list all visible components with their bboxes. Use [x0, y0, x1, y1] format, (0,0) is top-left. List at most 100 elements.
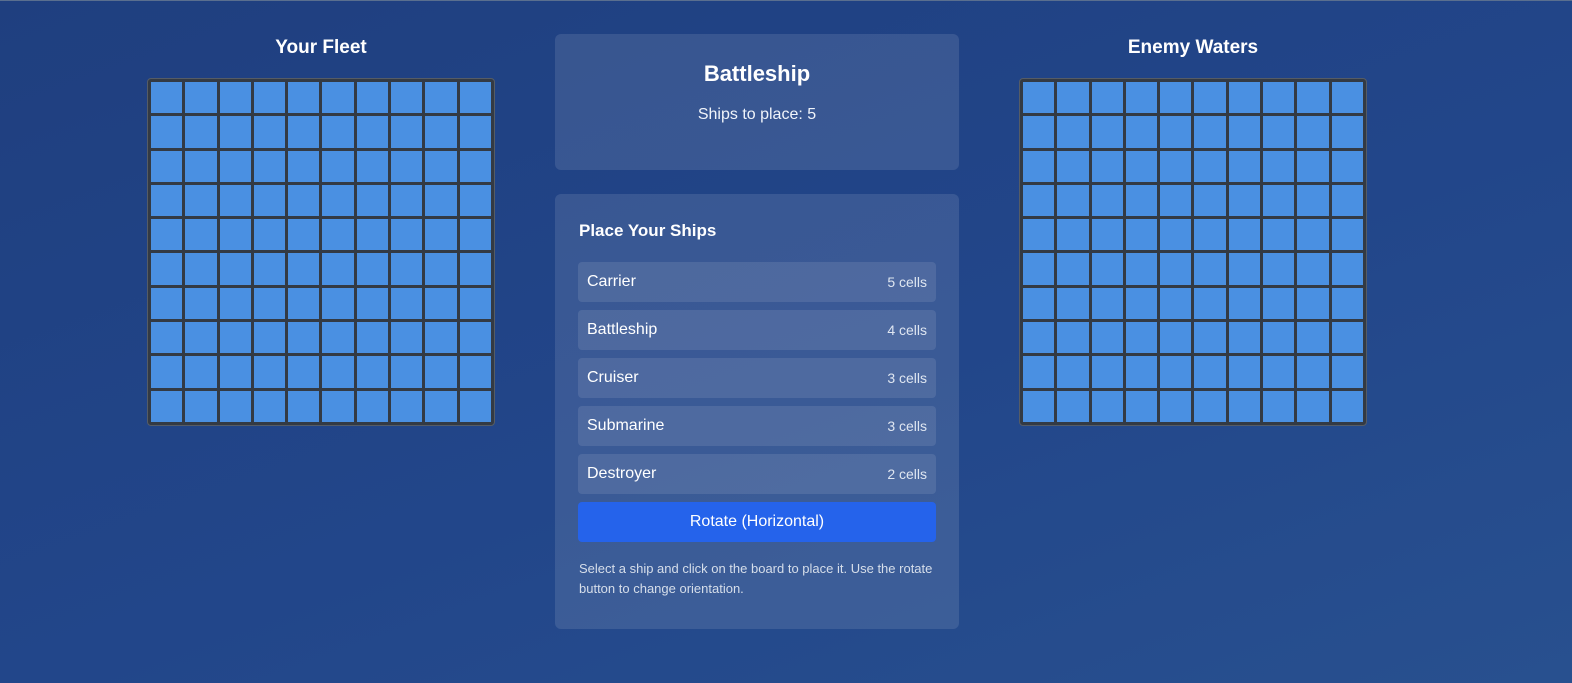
enemy-board-cell[interactable]	[1297, 184, 1329, 217]
enemy-board-cell[interactable]	[1125, 82, 1158, 114]
enemy-board-cell[interactable]	[1194, 356, 1226, 388]
enemy-board-cell[interactable]	[1331, 150, 1363, 182]
enemy-board-cell[interactable]	[1125, 253, 1158, 285]
enemy-board-cell[interactable]	[1228, 116, 1261, 148]
player-board-cell[interactable]	[185, 322, 217, 354]
enemy-board-cell[interactable]	[1125, 184, 1158, 217]
player-board-cell[interactable]	[391, 390, 423, 422]
enemy-board-cell[interactable]	[1160, 322, 1192, 354]
player-board-cell[interactable]	[151, 150, 183, 182]
enemy-board-cell[interactable]	[1194, 287, 1226, 320]
player-board-cell[interactable]	[459, 219, 491, 251]
enemy-board-cell[interactable]	[1297, 116, 1329, 148]
enemy-board-cell[interactable]	[1297, 253, 1329, 285]
player-board-cell[interactable]	[288, 150, 320, 182]
player-board-cell[interactable]	[253, 219, 286, 251]
enemy-board-cell[interactable]	[1160, 287, 1192, 320]
player-board-cell[interactable]	[185, 184, 217, 217]
player-board-cell[interactable]	[425, 184, 457, 217]
player-board-cell[interactable]	[356, 253, 389, 285]
enemy-board-cell[interactable]	[1091, 184, 1123, 217]
enemy-board-cell[interactable]	[1091, 356, 1123, 388]
enemy-board-cell[interactable]	[1125, 356, 1158, 388]
enemy-board-cell[interactable]	[1091, 150, 1123, 182]
enemy-board-cell[interactable]	[1160, 184, 1192, 217]
enemy-board-cell[interactable]	[1057, 287, 1089, 320]
player-board-cell[interactable]	[151, 219, 183, 251]
enemy-board-cell[interactable]	[1160, 219, 1192, 251]
player-board-cell[interactable]	[185, 116, 217, 148]
player-board-cell[interactable]	[322, 253, 354, 285]
enemy-board-cell[interactable]	[1091, 322, 1123, 354]
player-board-cell[interactable]	[151, 253, 183, 285]
enemy-board-cell[interactable]	[1023, 390, 1055, 422]
enemy-board-cell[interactable]	[1297, 356, 1329, 388]
player-board-cell[interactable]	[288, 390, 320, 422]
player-board-cell[interactable]	[253, 390, 286, 422]
player-board-cell[interactable]	[253, 253, 286, 285]
player-board-cell[interactable]	[425, 322, 457, 354]
player-board-cell[interactable]	[322, 390, 354, 422]
player-board-cell[interactable]	[151, 356, 183, 388]
enemy-board-cell[interactable]	[1023, 82, 1055, 114]
player-board-cell[interactable]	[288, 322, 320, 354]
enemy-board-cell[interactable]	[1091, 390, 1123, 422]
player-board-cell[interactable]	[288, 356, 320, 388]
enemy-board-cell[interactable]	[1263, 390, 1295, 422]
enemy-board-cell[interactable]	[1057, 150, 1089, 182]
player-board-cell[interactable]	[219, 287, 251, 320]
enemy-board-cell[interactable]	[1057, 219, 1089, 251]
enemy-board-cell[interactable]	[1331, 116, 1363, 148]
player-board-cell[interactable]	[391, 82, 423, 114]
enemy-board-cell[interactable]	[1228, 356, 1261, 388]
ship-item-battleship[interactable]: Battleship 4 cells	[578, 310, 936, 350]
enemy-board-cell[interactable]	[1228, 219, 1261, 251]
enemy-board-cell[interactable]	[1331, 287, 1363, 320]
enemy-board-cell[interactable]	[1263, 287, 1295, 320]
player-board-cell[interactable]	[356, 184, 389, 217]
enemy-board-cell[interactable]	[1091, 82, 1123, 114]
player-board-cell[interactable]	[425, 116, 457, 148]
enemy-board-cell[interactable]	[1331, 390, 1363, 422]
player-board-cell[interactable]	[459, 356, 491, 388]
enemy-board-cell[interactable]	[1331, 219, 1363, 251]
player-board-cell[interactable]	[459, 150, 491, 182]
enemy-board-cell[interactable]	[1228, 390, 1261, 422]
player-board-cell[interactable]	[151, 322, 183, 354]
enemy-board-cell[interactable]	[1125, 322, 1158, 354]
enemy-board-cell[interactable]	[1228, 82, 1261, 114]
enemy-board-cell[interactable]	[1023, 253, 1055, 285]
enemy-board-cell[interactable]	[1263, 82, 1295, 114]
ship-item-submarine[interactable]: Submarine 3 cells	[578, 406, 936, 446]
player-board-cell[interactable]	[219, 184, 251, 217]
enemy-board-cell[interactable]	[1297, 219, 1329, 251]
player-board-cell[interactable]	[425, 82, 457, 114]
enemy-board-cell[interactable]	[1331, 253, 1363, 285]
player-board-cell[interactable]	[288, 184, 320, 217]
player-board-cell[interactable]	[185, 219, 217, 251]
player-board-cell[interactable]	[253, 356, 286, 388]
enemy-board-cell[interactable]	[1160, 390, 1192, 422]
enemy-board-cell[interactable]	[1263, 150, 1295, 182]
enemy-board-cell[interactable]	[1160, 82, 1192, 114]
player-board-cell[interactable]	[322, 219, 354, 251]
ship-item-destroyer[interactable]: Destroyer 2 cells	[578, 454, 936, 494]
enemy-board-cell[interactable]	[1228, 322, 1261, 354]
enemy-board-cell[interactable]	[1057, 390, 1089, 422]
enemy-board-cell[interactable]	[1263, 116, 1295, 148]
enemy-board-cell[interactable]	[1297, 390, 1329, 422]
player-board-cell[interactable]	[219, 150, 251, 182]
player-board-cell[interactable]	[253, 82, 286, 114]
player-board-cell[interactable]	[322, 150, 354, 182]
enemy-board-cell[interactable]	[1263, 219, 1295, 251]
enemy-board-cell[interactable]	[1194, 116, 1226, 148]
player-board-cell[interactable]	[391, 356, 423, 388]
player-board-cell[interactable]	[253, 116, 286, 148]
player-board-cell[interactable]	[322, 184, 354, 217]
enemy-board-cell[interactable]	[1023, 116, 1055, 148]
player-board-cell[interactable]	[356, 390, 389, 422]
player-board-cell[interactable]	[322, 322, 354, 354]
enemy-board-cell[interactable]	[1125, 150, 1158, 182]
enemy-board-cell[interactable]	[1125, 116, 1158, 148]
player-board-cell[interactable]	[356, 219, 389, 251]
